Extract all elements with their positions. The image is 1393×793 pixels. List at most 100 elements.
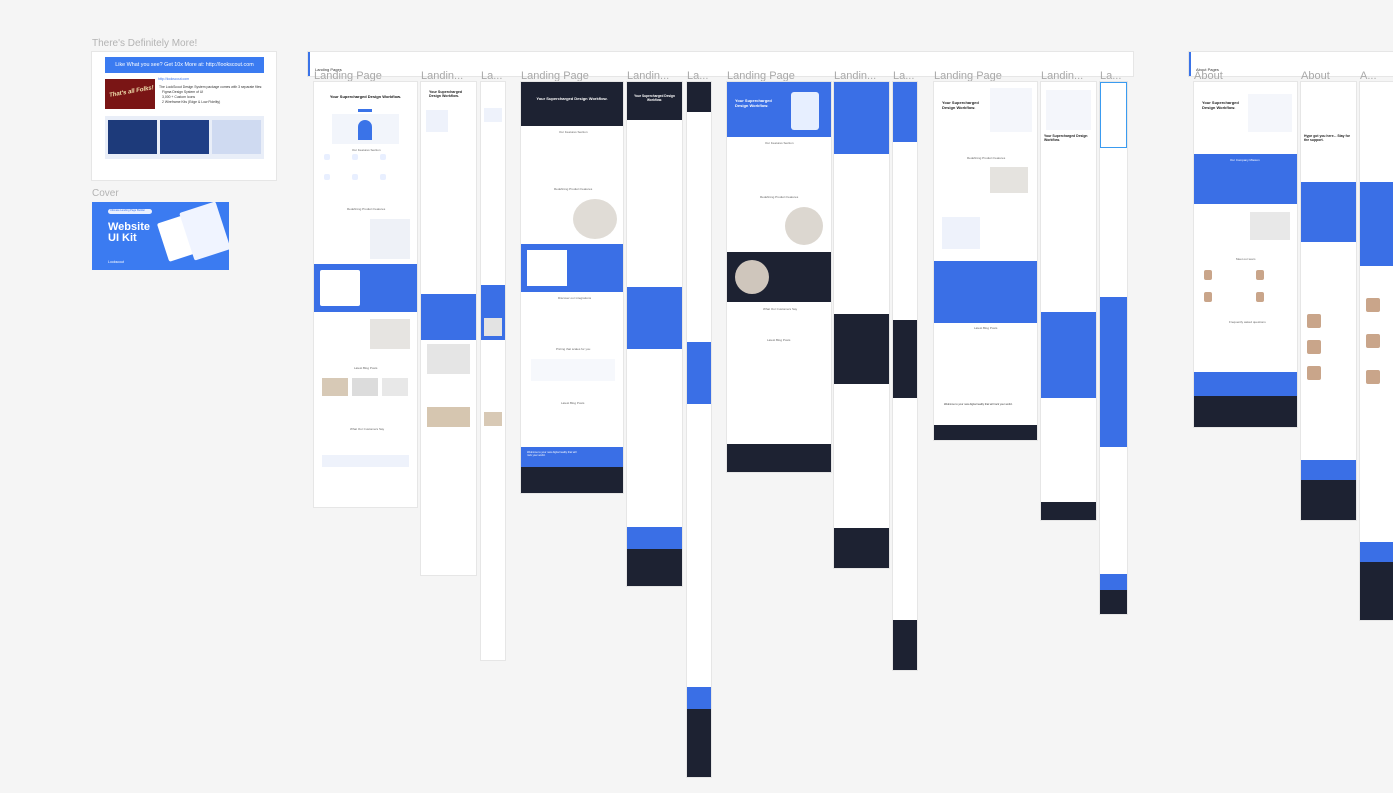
- frame-label-7[interactable]: Landing Page: [727, 70, 795, 82]
- lp2m-blue-section: [687, 342, 711, 404]
- lp4t-blue-section: [1041, 312, 1096, 398]
- about-photo: [1250, 212, 1290, 240]
- lp4m-footer: [1100, 590, 1127, 614]
- lp3t-footer: [834, 528, 889, 568]
- lp3-round-photos: [785, 207, 823, 245]
- frame-label-5[interactable]: Landin...: [627, 70, 682, 82]
- preview-card-3: [212, 120, 261, 154]
- about-page-tablet[interactable]: Hype got you here... Stay for the suppor…: [1301, 82, 1356, 520]
- feature-icon-6: [380, 174, 386, 180]
- lp2-pricing-cards: [531, 359, 615, 381]
- lp2t-cta: [627, 527, 682, 549]
- lp4m-cta: [1100, 574, 1127, 590]
- promo-item-1: Figma Design System of UI: [162, 90, 204, 94]
- cover-badge-text: Ultimate Landing Page Builder: [110, 209, 146, 212]
- landing-page-1-desktop[interactable]: Your Supercharged Design Workflow. Our F…: [314, 82, 417, 507]
- promo-item-2: 3,000 + Custom Icons: [162, 95, 196, 99]
- lp2m-cta: [687, 687, 711, 709]
- landing-page-4-tablet[interactable]: Your Supercharged Design Workflow.: [1041, 82, 1096, 520]
- frame-label-1[interactable]: Landing Page: [314, 70, 382, 82]
- lp4-footer: [934, 425, 1037, 440]
- frame-label-10[interactable]: Landing Page: [934, 70, 1002, 82]
- lp4-workflow-photo: [990, 167, 1028, 193]
- landing-page-1-mobile[interactable]: [481, 82, 505, 660]
- lp4-workflow-title: Redefining Product Features: [967, 156, 1006, 160]
- lp3m-footer: [893, 620, 917, 670]
- frame-label-11[interactable]: Landin...: [1041, 70, 1096, 82]
- lp3-dark-section: [727, 252, 831, 302]
- lp1m-blog: [484, 412, 502, 426]
- feature-icon-1: [324, 154, 330, 160]
- frame-label-6[interactable]: La...: [687, 70, 711, 82]
- lp2-integrations-title: Discover our integrations: [558, 296, 592, 300]
- lp1m-illustration: [484, 108, 502, 122]
- about-mission-section: Our Company Mission: [1194, 154, 1297, 204]
- feature-icon-3: [380, 154, 386, 160]
- promo-image-text: That's all Folks!: [108, 85, 155, 99]
- lp4-chart-card: [942, 217, 980, 249]
- landing-page-4-mobile[interactable]: [1100, 82, 1127, 614]
- about-label-2[interactable]: About: [1301, 70, 1330, 82]
- lp1-features-title: Our Features Section: [352, 148, 381, 152]
- frame-label-4[interactable]: Landing Page: [521, 70, 589, 82]
- about-page-mobile[interactable]: [1360, 82, 1393, 620]
- frame-label-2[interactable]: Landin...: [421, 70, 476, 82]
- about-mission-title: Our Company Mission: [1230, 158, 1260, 162]
- about-mobile-avatar-1: [1366, 298, 1380, 312]
- cover-badge: Ultimate Landing Page Builder: [108, 209, 152, 214]
- lp1t-photo: [427, 344, 470, 374]
- lp4-blog-title: Latest Blog Posts: [974, 326, 998, 330]
- lp1-blog-title: Latest Blog Posts: [354, 366, 378, 370]
- about-section-bar: [1189, 52, 1191, 76]
- lp3m-dark-section: [893, 320, 917, 398]
- lp3-workflow-title: Redefining Product Features: [760, 195, 799, 199]
- promo-item-3: 2 Wireframe Kits (Edge & Low Fidelity): [162, 100, 221, 104]
- cover-brand: Lookscout: [108, 260, 124, 264]
- landing-page-3-tablet[interactable]: [834, 82, 889, 568]
- lp1-workflow-card: [370, 219, 410, 259]
- lp1-photo-1: [370, 319, 410, 349]
- lp4m-blue-section: [1100, 297, 1127, 447]
- landing-page-2-mobile[interactable]: [687, 82, 711, 777]
- about-label-3[interactable]: A...: [1360, 70, 1384, 82]
- lp2-hero-dark: Your Supercharged Design Workflow.: [521, 82, 623, 126]
- lp2-footer: [521, 467, 623, 493]
- lp1t-blog-img: [427, 407, 470, 427]
- landing-page-3-mobile[interactable]: [893, 82, 917, 670]
- cover-frame[interactable]: Ultimate Landing Page Builder Website UI…: [92, 202, 229, 270]
- cover-frame-label[interactable]: Cover: [92, 188, 119, 199]
- promo-link[interactable]: http://lookscout.com: [158, 77, 189, 81]
- landing-page-2-desktop[interactable]: Your Supercharged Design Workflow. Our F…: [521, 82, 623, 493]
- about-label-1[interactable]: About: [1194, 70, 1223, 82]
- about-tablet-avatar-3: [1307, 366, 1321, 380]
- about-page-desktop[interactable]: Your Supercharged Design Workflow. Our C…: [1194, 82, 1297, 427]
- lp1-hero-title: Your Supercharged Design Workflow.: [329, 94, 402, 99]
- extra-frame[interactable]: Like What you see? Get 10x More at: http…: [92, 52, 276, 180]
- frame-label-3[interactable]: La...: [481, 70, 505, 82]
- lp1-cta-box: [322, 455, 409, 467]
- extra-frame-label[interactable]: There's Definitely More!: [92, 38, 197, 49]
- frame-label-8[interactable]: Landin...: [834, 70, 889, 82]
- about-tablet-cta: [1301, 460, 1356, 480]
- lp1-blue-card: [320, 270, 360, 306]
- frame-label-12[interactable]: La...: [1100, 70, 1124, 82]
- about-mobile-mission: [1360, 182, 1393, 266]
- lp2-pricing-title: Pricing that scales for you: [556, 347, 591, 351]
- lp2-cta-title: Welcome to your new digital reality that…: [527, 451, 577, 457]
- lp3-hero-blue: Your Supercharged Design Workflow.: [727, 82, 831, 137]
- about-team-title: Meet our team: [1236, 257, 1256, 261]
- lp4m-hero-selected: [1100, 82, 1127, 148]
- lp2m-hero-dark: [687, 82, 711, 112]
- lp3t-dark-section: [834, 314, 889, 384]
- landing-page-1-tablet[interactable]: Your Supercharged Design Workflow.: [421, 82, 476, 575]
- about-mobile-footer: [1360, 562, 1393, 620]
- about-tablet-mission: [1301, 182, 1356, 242]
- landing-page-2-tablet[interactable]: Your Supercharged Design Workflow.: [627, 82, 682, 586]
- landing-page-4-desktop[interactable]: Your Supercharged Design Workflow. Redef…: [934, 82, 1037, 440]
- lp1-blog-img-1: [322, 378, 348, 396]
- landing-page-3-desktop[interactable]: Your Supercharged Design Workflow. Our F…: [727, 82, 831, 472]
- lp3-hero-title: Your Supercharged Design Workflow.: [735, 98, 772, 108]
- frame-label-9[interactable]: La...: [893, 70, 917, 82]
- lp1t-blue-section: [421, 294, 476, 340]
- lp2-chart-card: [527, 250, 567, 286]
